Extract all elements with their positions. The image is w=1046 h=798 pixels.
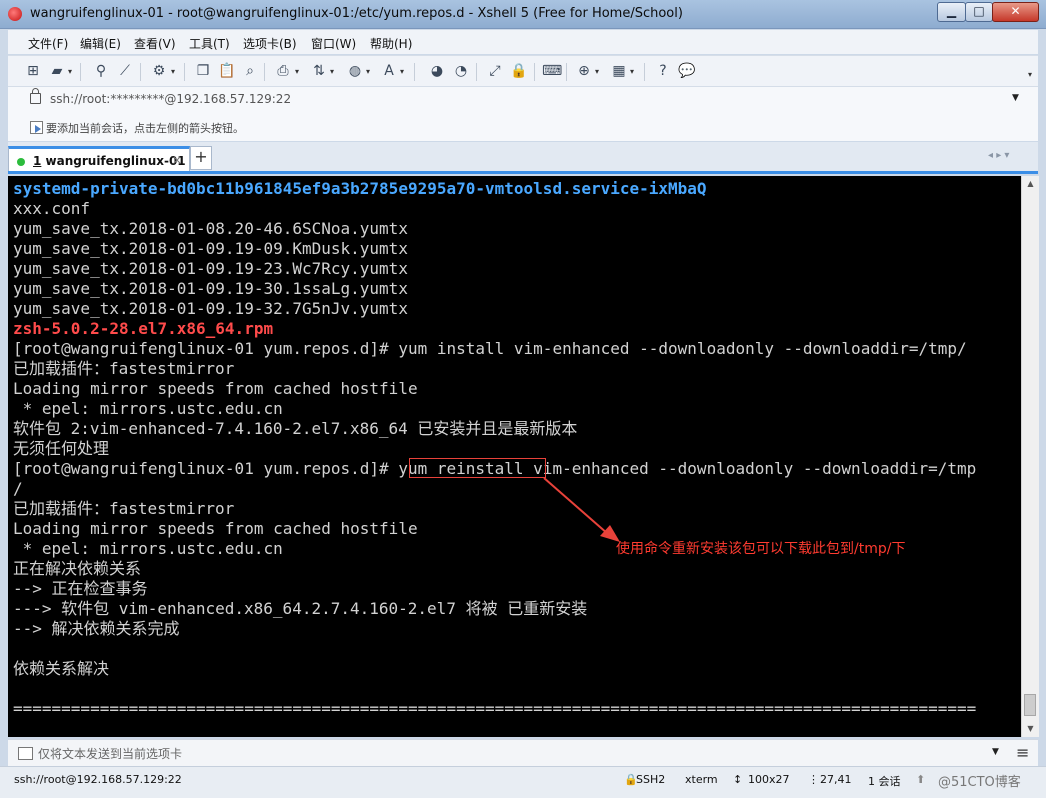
new-tab-dropdown-icon[interactable]: ▾ [595,67,599,76]
help-icon[interactable]: ? [654,62,672,80]
toolbar-separator [140,63,141,81]
font-icon[interactable]: A [380,62,398,80]
tab-label: 1 wangruifenglinux-01 [33,154,186,168]
address-field[interactable]: ssh://root:*********@192.168.57.129:22 [50,92,291,106]
paste-icon[interactable]: 📋 [218,62,236,80]
open-folder-icon[interactable]: ▰ [48,62,66,80]
chat-icon[interactable]: 💬 [678,62,696,80]
copy-icon[interactable]: ❐ [194,62,212,80]
window-title: wangruifenglinux-01 - root@wangruifengli… [30,6,683,21]
connection-status-icon [17,158,25,166]
font-dropdown-icon[interactable]: ▾ [400,67,404,76]
compose-dropdown-icon[interactable]: ▼ [992,747,999,757]
toolbar-separator [644,63,645,81]
globe-icon[interactable]: ◍ [346,62,364,80]
menu-file[interactable]: 文件(F) [28,35,68,52]
compose-input[interactable]: 仅将文本发送到当前选项卡 [38,745,182,762]
lock-icon [30,88,41,104]
find-icon[interactable]: ⌕ [241,62,259,80]
address-bar[interactable]: ssh://root:*********@192.168.57.129:22 ▼ [8,86,1038,114]
menu-tools[interactable]: 工具(T) [189,35,230,52]
properties-icon[interactable]: ⚙ [150,62,168,80]
terminal-output[interactable]: systemd-private-bd0bc11b961845ef9a3b2785… [8,176,1021,737]
tab-title: wangruifenglinux-01 [41,154,186,168]
scroll-down-icon[interactable]: ▼ [1022,721,1039,737]
open-dropdown-icon[interactable]: ▾ [68,67,72,76]
status-terminal-type: xterm [685,773,718,786]
scroll-up-icon[interactable]: ▲ [1022,176,1039,192]
new-tab-icon[interactable]: ⊕ [575,62,593,80]
layout-icon[interactable]: ▦ [610,62,628,80]
address-dropdown-icon[interactable]: ▼ [1012,93,1019,103]
menu-view[interactable]: 查看(V) [134,35,176,52]
toolbar-separator [566,63,567,81]
status-cursor: 27,41 [820,773,852,786]
tab-accent-strip [8,171,1038,174]
properties-dropdown-icon[interactable]: ▾ [171,67,175,76]
lock-screen-icon[interactable]: 🔒 [510,62,528,80]
status-connection: ssh://root@192.168.57.129:22 [14,773,182,786]
toolbar: ⊞ ▰ ▾ ⚲ ⟋ ⚙ ▾ ❐ 📋 ⌕ ⎙ ▾ ⇅ ▾ ◍ ▾ A ▾ ◕ ◔ … [8,55,1038,86]
annotation-arrow-icon [543,477,620,542]
compose-bar: 仅将文本发送到当前选项卡 ▼ ≡ [8,739,1038,766]
menu-window[interactable]: 窗口(W) [311,35,356,52]
status-cursor-icon: ⋮ [808,773,819,786]
watermark-text: @51CTO博客 [938,775,1021,790]
toolbar-separator [80,63,81,81]
status-size-icon: ↕ [733,773,743,786]
print-dropdown-icon[interactable]: ▾ [295,67,299,76]
tab-navigation-icon[interactable]: ◂ ▸ ▾ [988,150,1009,161]
keyboard-icon[interactable]: ⌨ [542,62,562,80]
hamburger-menu-icon[interactable]: ≡ [1016,743,1029,762]
transfer-icon[interactable]: ⇅ [310,62,328,80]
connect-icon[interactable]: ⚲ [92,62,110,80]
status-arrow-up-icon: ⬆ [916,773,926,786]
tab-close-icon[interactable]: × [172,153,182,167]
xshell-logo-icon[interactable] [8,7,22,21]
globe-dropdown-icon[interactable]: ▾ [366,67,370,76]
scroll-thumb[interactable] [1024,694,1036,716]
status-size: 100x27 [748,773,790,786]
session-hint-bar: 要添加当前会话，点击左侧的箭头按钮。 [8,113,1038,141]
xftp-icon[interactable]: ◕ [428,62,446,80]
minimize-button[interactable]: ▁ [937,2,966,22]
menu-edit[interactable]: 编辑(E) [80,35,121,52]
terminal-scrollbar[interactable]: ▲ ▼ [1021,176,1039,737]
menu-tabs[interactable]: 选项卡(B) [243,35,297,52]
tab-bar: 1 wangruifenglinux-01 × + ◂ ▸ ▾ [8,142,1038,172]
hint-text: 要添加当前会话，点击左侧的箭头按钮。 [46,122,244,135]
toolbar-separator [534,63,535,81]
print-icon[interactable]: ⎙ [274,62,292,80]
annotation-text: 使用命令重新安装该包可以下载此包到/tmp/下 [616,541,906,557]
status-protocol: SSH2 [636,773,666,786]
script-icon[interactable]: ◔ [452,62,470,80]
transfer-dropdown-icon[interactable]: ▾ [330,67,334,76]
status-bar: ssh://root@192.168.57.129:22 🔒 SSH2 xter… [0,766,1046,798]
menu-help[interactable]: 帮助(H) [370,35,412,52]
close-button[interactable]: ✕ [992,2,1039,22]
toolbar-separator [414,63,415,81]
compose-icon[interactable] [18,747,33,760]
maximize-button[interactable]: □ [965,2,993,22]
toolbar-separator [264,63,265,81]
toolbar-separator [476,63,477,81]
layout-dropdown-icon[interactable]: ▾ [630,67,634,76]
disconnect-icon[interactable]: ⟋ [116,62,134,80]
fullscreen-icon[interactable]: ⤢ [486,62,504,80]
tab-session[interactable]: 1 wangruifenglinux-01 × [8,146,190,172]
title-bar: wangruifenglinux-01 - root@wangruifengli… [0,0,1046,29]
status-sessions: 1 会话 [868,775,901,788]
toolbar-separator [184,63,185,81]
menu-bar: 文件(F) 编辑(E) 查看(V) 工具(T) 选项卡(B) 窗口(W) 帮助(… [8,30,1038,54]
toolbar-overflow-icon[interactable]: ▾ [1028,70,1032,79]
new-session-icon[interactable]: ⊞ [24,62,42,80]
add-tab-button[interactable]: + [190,146,212,170]
arrow-hint-icon[interactable] [30,121,43,134]
